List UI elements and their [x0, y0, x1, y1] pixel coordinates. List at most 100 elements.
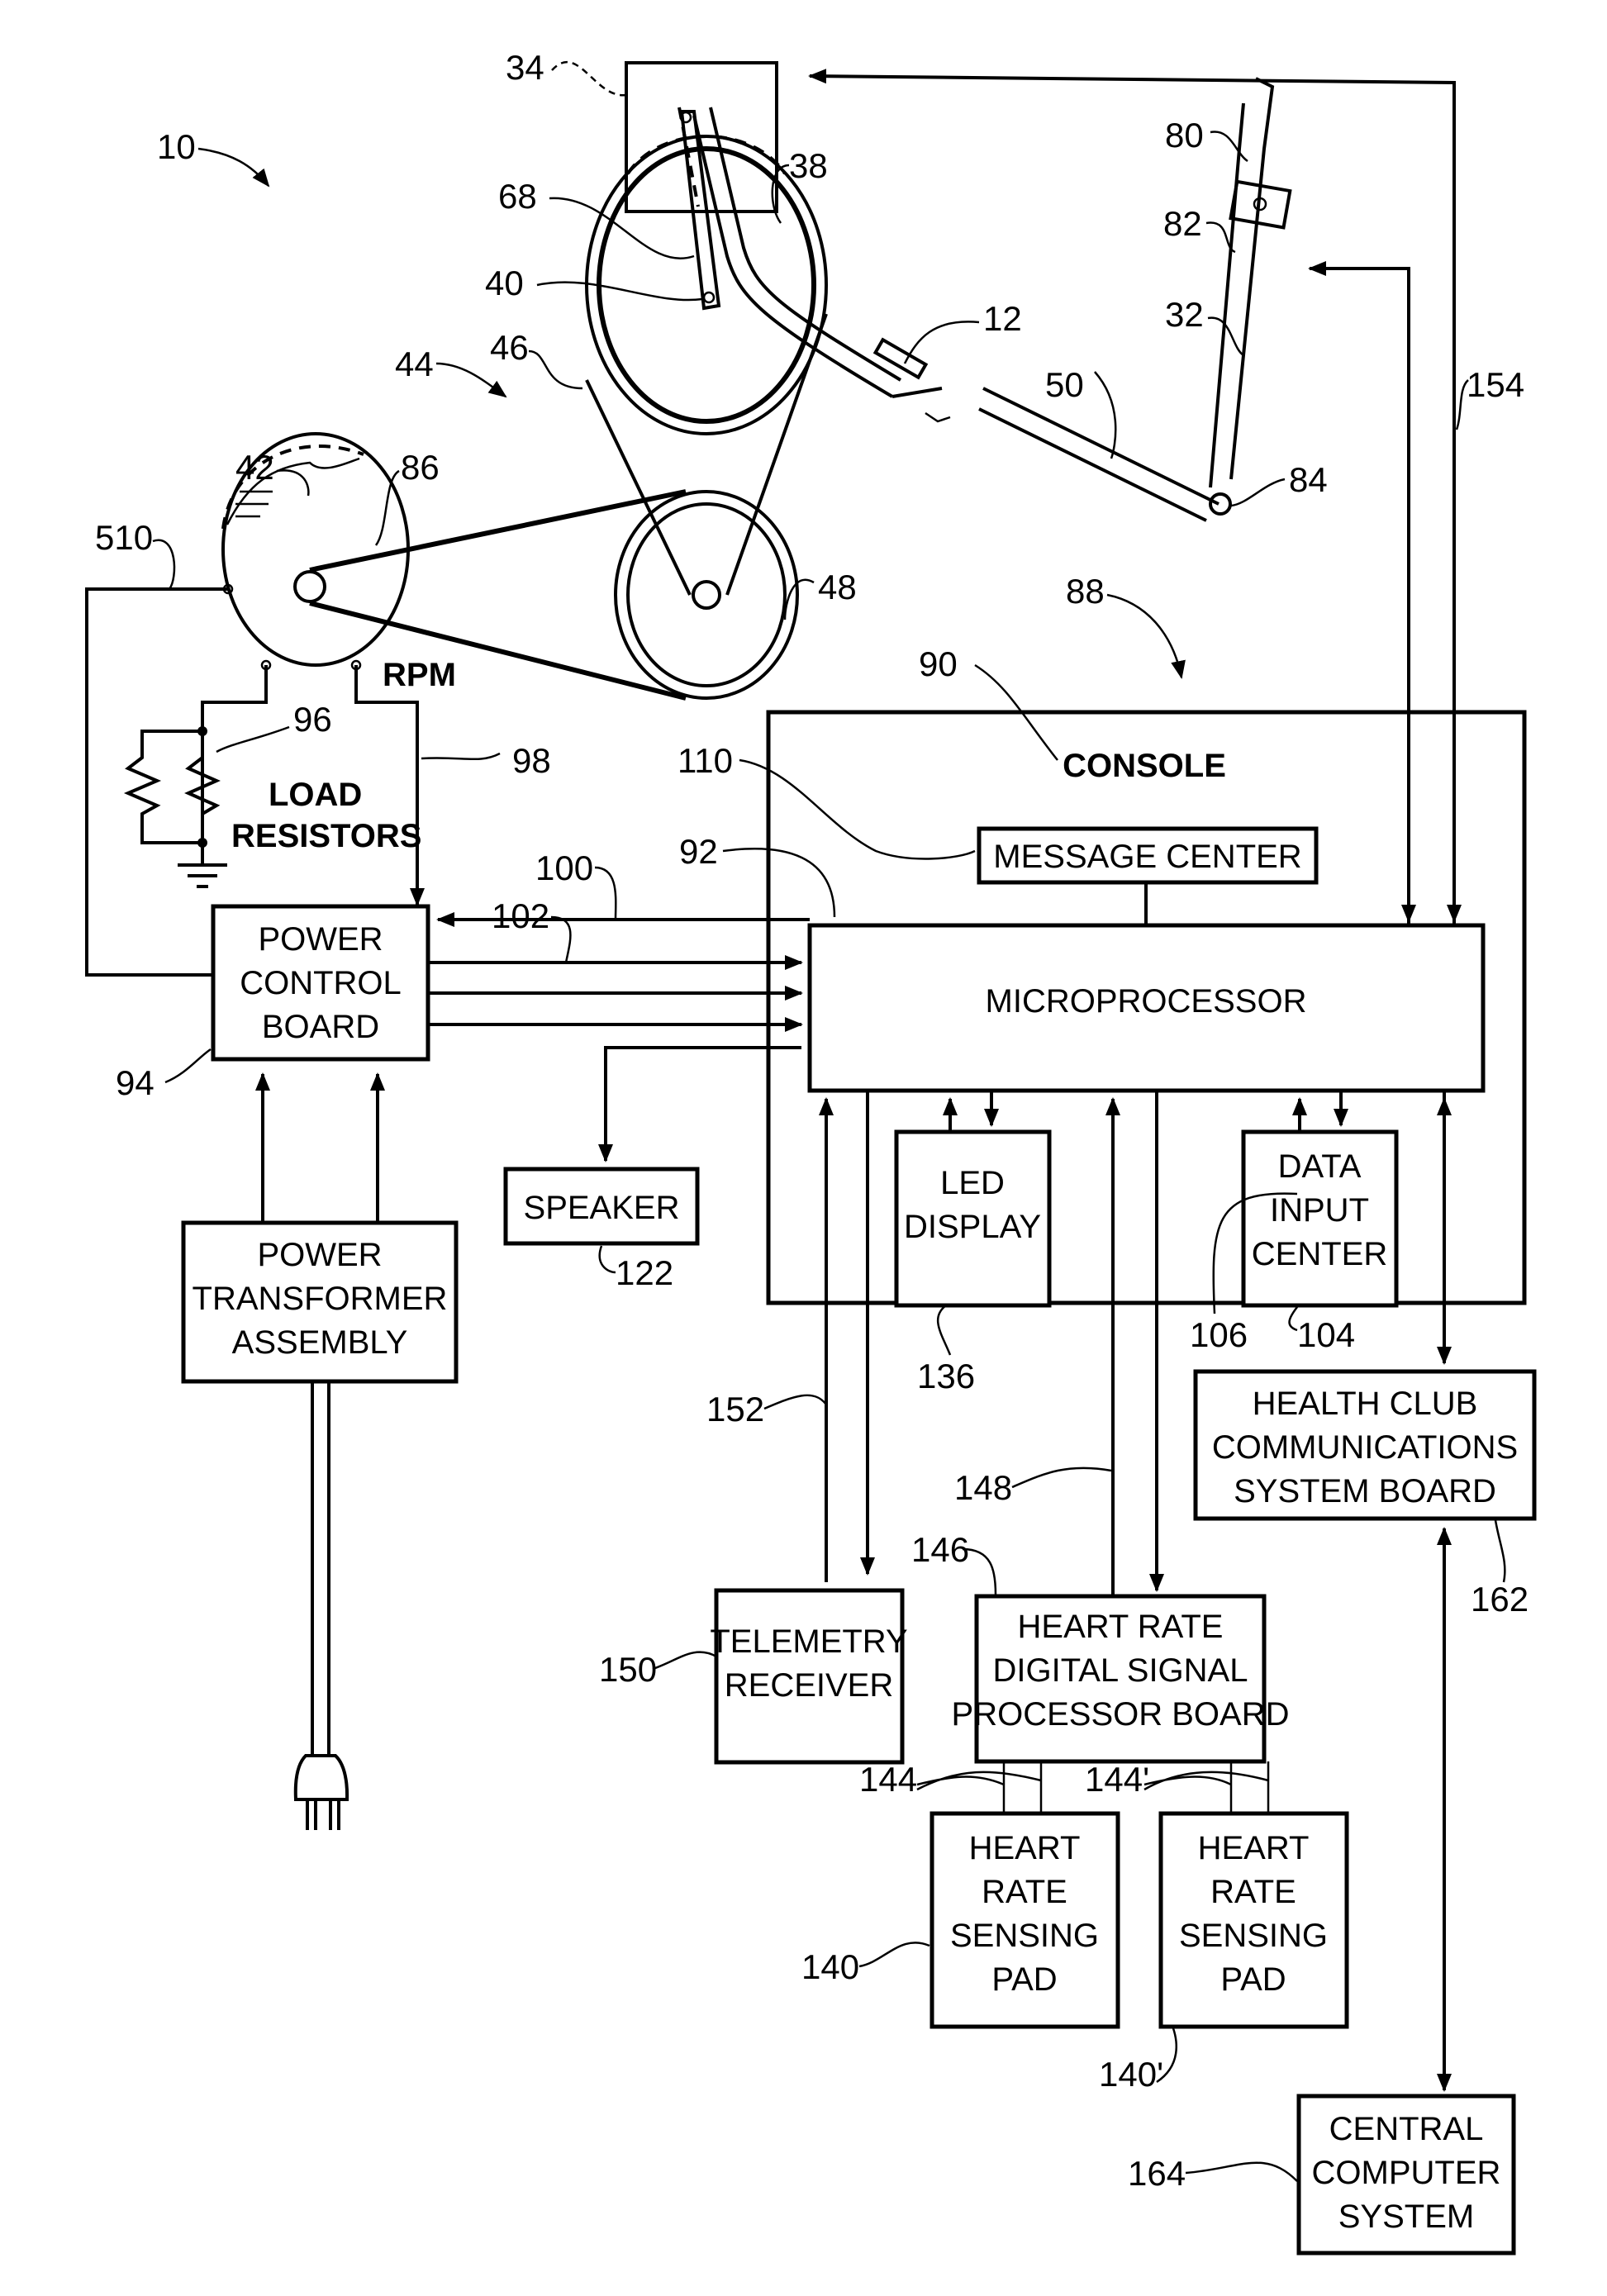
ref-90: 90 — [919, 644, 958, 683]
ref-104-leader — [1288, 1306, 1298, 1332]
telemetry-receiver: TELEMETRY RECEIVER 150 — [599, 1588, 908, 1765]
dic-label-3: CENTER — [1252, 1236, 1387, 1272]
ref-68: 68 — [498, 177, 537, 216]
ref-32: 32 — [1165, 295, 1204, 334]
ref-136: 136 — [917, 1357, 975, 1395]
ref-96-leader — [216, 725, 290, 753]
dsp-label-2: DIGITAL SIGNAL — [993, 1652, 1248, 1689]
pad1-label-2: RATE — [982, 1874, 1067, 1910]
ref-162-leader — [1494, 1519, 1506, 1583]
handle-arm-32-inner — [1209, 102, 1245, 488]
ref-100: 100 — [535, 849, 593, 887]
pad1-label-3: SENSING — [950, 1918, 1099, 1954]
handle-arm-32 — [1229, 77, 1275, 480]
resistors-label: RESISTORS — [231, 818, 421, 854]
resistor-1 — [123, 730, 202, 844]
ref-98: 98 — [512, 741, 551, 780]
ref-94: 94 — [116, 1063, 155, 1102]
pcb-label-2: CONTROL — [240, 965, 402, 1001]
console: CONSOLE 90 110 92 MESSAGE CENTER MICROPR… — [678, 644, 1527, 1395]
pcb-label-1: POWER — [258, 921, 383, 958]
ref-92: 92 — [679, 832, 718, 871]
ref-140p: 140' — [1099, 2055, 1163, 2094]
ground-icon — [178, 843, 227, 888]
ref-106: 106 — [1190, 1315, 1248, 1354]
ref-136-leader — [936, 1305, 952, 1356]
pt-label-1: POWER — [257, 1237, 382, 1273]
ref-144-leader — [916, 1771, 1042, 1791]
dic-label-2: INPUT — [1270, 1192, 1369, 1229]
wires-144p — [1229, 1761, 1270, 1814]
heart-rate-pads: HEART RATE SENSING PAD 140 HEART RATE SE… — [801, 1811, 1349, 2094]
cc-label-2: COMPUTER — [1312, 2155, 1501, 2191]
ref-50: 50 — [1045, 365, 1084, 404]
ref-10: 10 — [157, 127, 196, 166]
ref-40: 40 — [485, 264, 524, 302]
ref-104: 104 — [1297, 1315, 1355, 1354]
pt-label-2: TRANSFORMER — [193, 1281, 448, 1317]
link-50-lower — [978, 407, 1207, 522]
ref-82: 82 — [1163, 204, 1202, 243]
ref-164: 164 — [1128, 2154, 1186, 2193]
ref-42-leader — [276, 469, 310, 497]
microprocessor-label: MICROPROCESSOR — [986, 983, 1307, 1020]
ref-164-leader — [1185, 2161, 1298, 2182]
rpm-label: RPM — [383, 657, 456, 693]
flywheel-38 — [597, 146, 816, 424]
ref-152-leader — [763, 1394, 827, 1410]
generator-belt-top — [309, 489, 687, 573]
node-top — [197, 726, 207, 736]
ref-146: 146 — [911, 1530, 969, 1569]
heart-rate-dsp-board: HEART RATE DIGITAL SIGNAL PROCESSOR BOAR… — [859, 1530, 1289, 1814]
pad2-label-1: HEART — [1198, 1830, 1310, 1866]
ref-48-leader — [783, 578, 815, 620]
dic-label-1: DATA — [1278, 1148, 1362, 1185]
crank-pivot — [702, 291, 716, 304]
ref-152: 152 — [706, 1390, 764, 1428]
ref-150: 150 — [599, 1650, 657, 1689]
ref-144p-leader — [1143, 1771, 1269, 1791]
console-label: CONSOLE — [1063, 748, 1226, 784]
ref-140-leader — [858, 1942, 930, 1968]
ref-88-arrow — [1106, 593, 1186, 679]
pulley-48-outer — [614, 490, 799, 700]
ref-510: 510 — [95, 518, 153, 557]
plug-prongs — [306, 1799, 340, 1830]
ref-150-leader — [652, 1651, 717, 1671]
speaker-block: SPEAKER 122 — [503, 1046, 801, 1292]
load-label: LOAD — [269, 777, 362, 813]
line-mp-to-speaker — [598, 1046, 801, 1162]
ref-84: 84 — [1289, 460, 1328, 499]
ref-98-leader — [421, 752, 501, 761]
pcb-label-3: BOARD — [262, 1009, 379, 1045]
telemetry-label-1: TELEMETRY — [710, 1623, 907, 1660]
pedal-12 — [872, 337, 929, 380]
ref-510-leader — [152, 539, 176, 590]
power-control-board: POWER CONTROL BOARD 94 100 102 — [116, 849, 810, 1221]
pad1-label-1: HEART — [969, 1830, 1081, 1866]
led-label-1: LED — [940, 1165, 1005, 1201]
pt-label-3: ASSEMBLY — [232, 1324, 408, 1361]
ref-102-leader — [550, 915, 572, 963]
cc-label-3: SYSTEM — [1338, 2199, 1474, 2235]
ref-86-leader — [374, 469, 400, 546]
ref-144: 144 — [859, 1760, 917, 1799]
plug-icon — [293, 1754, 349, 1801]
ref-44: 44 — [395, 345, 434, 383]
link-break — [925, 411, 951, 423]
ref-96: 96 — [293, 700, 332, 739]
ref-102: 102 — [492, 896, 549, 935]
line-to-sensor-82 — [1308, 261, 1410, 925]
ref-46: 46 — [490, 328, 529, 367]
hc-label-1: HEALTH CLUB — [1253, 1386, 1478, 1422]
central-computer: CENTRAL COMPUTER SYSTEM 164 — [1128, 2094, 1516, 2256]
link-50-upper — [982, 387, 1220, 506]
wires-144 — [1002, 1761, 1043, 1814]
ref-68-leader — [549, 197, 695, 259]
ref-148: 148 — [954, 1468, 1012, 1507]
pulley-48-hub — [692, 580, 721, 610]
exercise-machine-block-diagram: 10 34 38 68 40 12 50 80 82 32 84 44 46 4… — [85, 48, 1537, 2256]
ref-34: 34 — [506, 48, 544, 87]
hc-label-3: SYSTEM BOARD — [1234, 1473, 1496, 1509]
ref-80: 80 — [1165, 116, 1204, 154]
